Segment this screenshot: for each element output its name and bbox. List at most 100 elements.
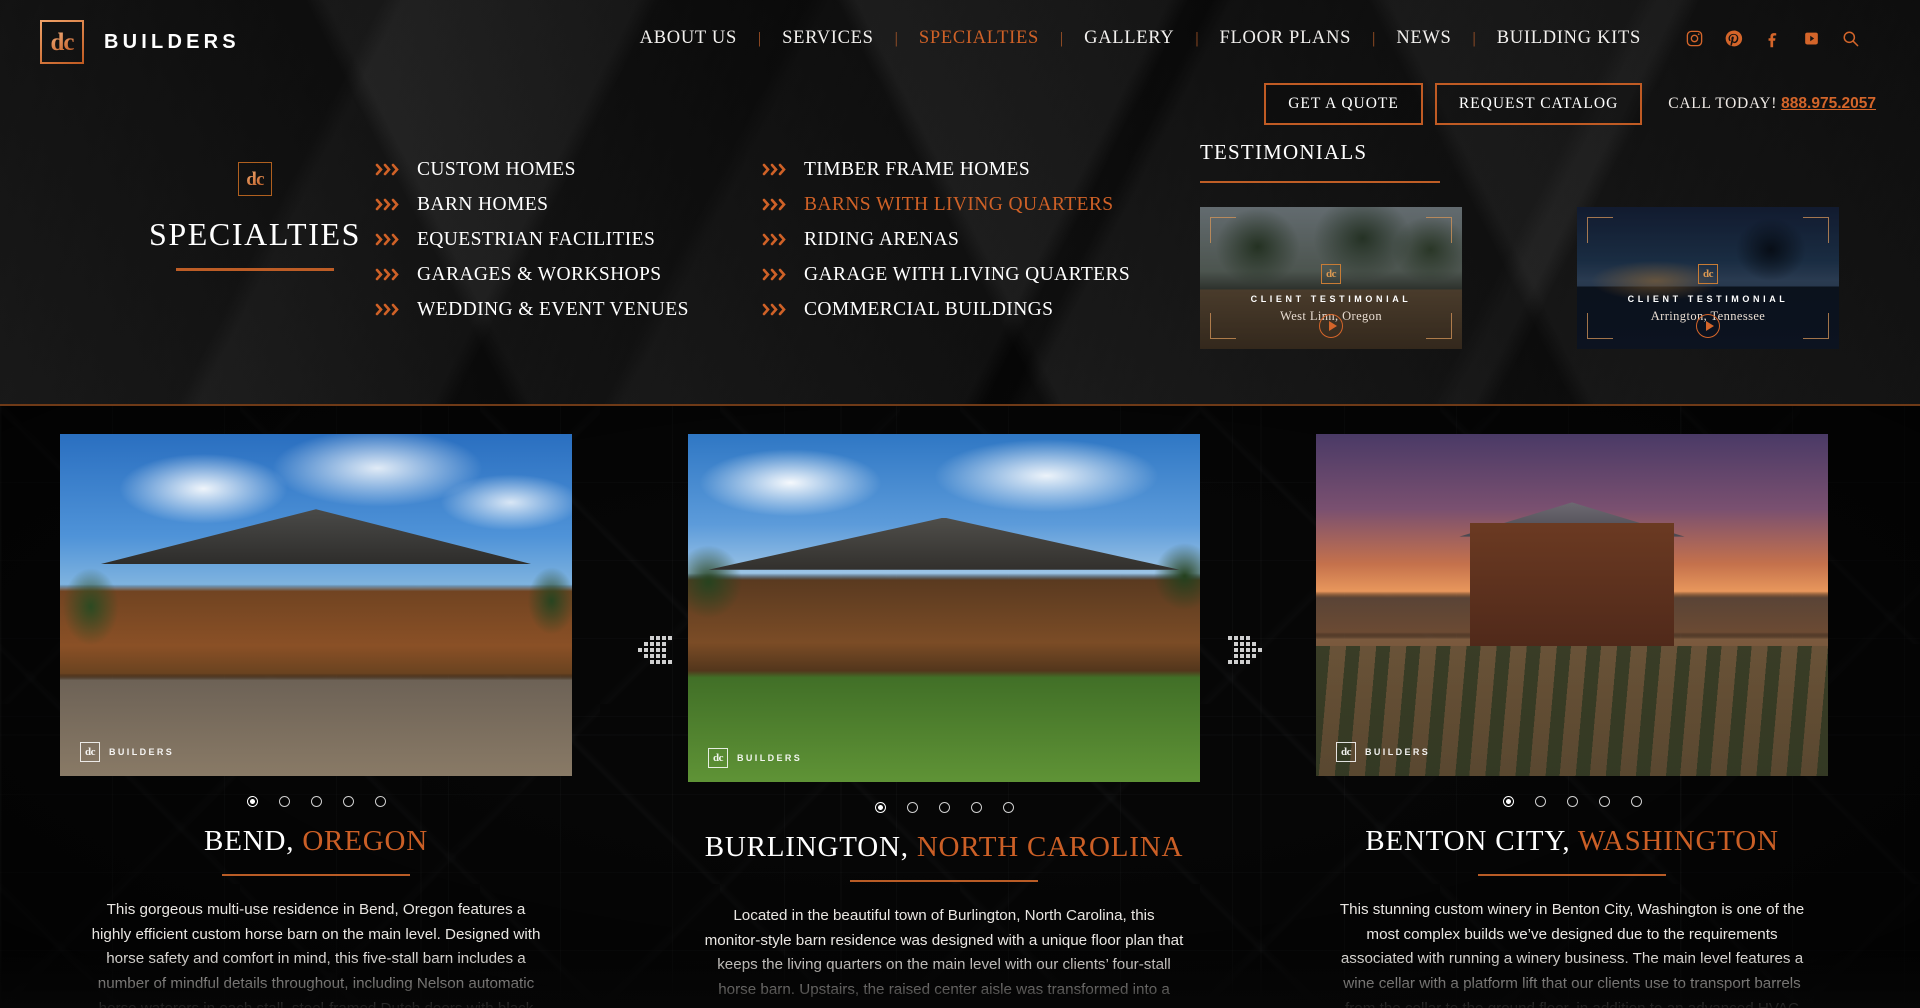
testimonials-heading: TESTIMONIALS — [1200, 140, 1368, 164]
nav-item-about-us[interactable]: ABOUT US — [640, 28, 737, 49]
nav-separator: | — [1472, 29, 1476, 47]
testimonial-card-list: dc CLIENT TESTIMONIAL West Linn, Oregon … — [1200, 207, 1860, 349]
menu-item-barns-with-living-quarters[interactable]: BARNS WITH LIVING QUARTERS — [762, 187, 1130, 222]
facebook-icon[interactable] — [1763, 29, 1782, 48]
menu-item-label: EQUESTRIAN FACILITIES — [417, 228, 656, 250]
specialties-underline — [176, 268, 334, 271]
menu-item-label: WEDDING & EVENT VENUES — [417, 298, 689, 320]
slide-dot-3[interactable] — [1566, 796, 1578, 807]
slide-dot-2[interactable] — [278, 796, 290, 807]
nav-item-gallery[interactable]: GALLERY — [1084, 28, 1174, 49]
logo-wordmark: BUILDERS — [104, 30, 240, 53]
slide-dot-4[interactable] — [342, 796, 354, 807]
chevrons-right-icon — [762, 198, 788, 211]
slide-dot-1[interactable] — [1502, 796, 1514, 807]
project-state: OREGON — [302, 825, 428, 857]
watermark-mark-icon: dc — [1336, 742, 1356, 762]
slide-dot-3[interactable] — [938, 802, 950, 813]
menu-item-label: BARNS WITH LIVING QUARTERS — [804, 193, 1114, 215]
project-card: dc BUILDERS BENTON CITY, WASHINGTON This… — [1316, 434, 1828, 1008]
nav-item-building-kits[interactable]: BUILDING KITS — [1497, 28, 1641, 49]
slide-dots — [1316, 796, 1828, 807]
slide-dot-5[interactable] — [374, 796, 386, 807]
site-logo[interactable]: dc BUILDERS — [40, 20, 240, 64]
play-icon[interactable] — [1319, 314, 1343, 339]
watermark-word: BUILDERS — [1365, 747, 1431, 757]
youtube-icon[interactable] — [1802, 29, 1821, 48]
watermark-mark-text: dc — [1341, 746, 1352, 758]
nav-separator: | — [757, 29, 762, 47]
slide-dot-4[interactable] — [970, 802, 982, 813]
search-icon[interactable] — [1841, 29, 1860, 48]
slide-dot-1[interactable] — [246, 796, 258, 807]
testimonial-card[interactable]: dc CLIENT TESTIMONIAL Arrington, Tenness… — [1577, 207, 1839, 349]
testimonials-underline — [1200, 181, 1440, 183]
nav-item-specialties[interactable]: SPECIALTIES — [919, 28, 1039, 49]
project-state: WASHINGTON — [1577, 825, 1779, 857]
slide-dot-2[interactable] — [1534, 796, 1546, 807]
watermark-mark-icon: dc — [80, 742, 100, 762]
photo-watermark: dc BUILDERS — [1336, 742, 1430, 762]
cta-bar: GET A QUOTE REQUEST CATALOG CALL TODAY! … — [1264, 83, 1876, 125]
project-title-underline — [1478, 874, 1666, 876]
testimonial-caption: CLIENT TESTIMONIAL — [1250, 293, 1412, 304]
slide-dot-5[interactable] — [1630, 796, 1642, 807]
menu-item-custom-homes[interactable]: CUSTOM HOMES — [375, 152, 689, 187]
menu-item-equestrian-facilities[interactable]: EQUESTRIAN FACILITIES — [375, 222, 689, 257]
menu-item-commercial-buildings[interactable]: COMMERCIAL BUILDINGS — [762, 292, 1130, 327]
pinterest-icon[interactable] — [1724, 29, 1743, 48]
carousel-next-arrow-icon[interactable] — [1222, 628, 1266, 672]
testimonial-logo-text: dc — [1703, 267, 1714, 280]
menu-item-label: RIDING ARENAS — [804, 228, 960, 250]
watermark-mark-icon: dc — [708, 748, 728, 768]
testimonial-caption: CLIENT TESTIMONIAL — [1627, 293, 1789, 304]
carousel-prev-arrow-icon[interactable] — [634, 628, 678, 672]
project-title: BEND, OREGON — [60, 825, 572, 858]
menu-item-timber-frame-homes[interactable]: TIMBER FRAME HOMES — [762, 152, 1130, 187]
phone-number-link[interactable]: 888.975.2057 — [1781, 95, 1876, 113]
logo-mark-icon: dc — [40, 20, 84, 64]
project-city: BENTON CITY, — [1365, 825, 1571, 857]
get-a-quote-button[interactable]: GET A QUOTE — [1264, 83, 1423, 125]
slide-dots — [60, 796, 572, 807]
nav-item-services[interactable]: SERVICES — [782, 28, 874, 49]
menu-item-garages-workshops[interactable]: GARAGES & WORKSHOPS — [375, 257, 689, 292]
menu-item-label: BARN HOMES — [417, 193, 549, 215]
project-photo[interactable]: dc BUILDERS — [60, 434, 572, 776]
play-icon[interactable] — [1696, 314, 1720, 339]
menu-item-label: GARAGES & WORKSHOPS — [417, 263, 662, 285]
request-catalog-button[interactable]: REQUEST CATALOG — [1434, 83, 1643, 125]
project-photo-image — [688, 434, 1200, 782]
project-photo[interactable]: dc BUILDERS — [1316, 434, 1828, 776]
nav-item-floor-plans[interactable]: FLOOR PLANS — [1220, 28, 1352, 49]
chevrons-right-icon — [375, 198, 401, 211]
testimonial-card[interactable]: dc CLIENT TESTIMONIAL West Linn, Oregon — [1200, 207, 1462, 349]
watermark-mark-text: dc — [713, 752, 724, 764]
call-today-label: CALL TODAY! — [1668, 95, 1778, 112]
nav-separator: | — [894, 29, 898, 47]
slide-dot-5[interactable] — [1002, 802, 1014, 813]
testimonial-logo-text: dc — [1326, 267, 1337, 280]
menu-item-garage-with-living-quarters[interactable]: GARAGE WITH LIVING QUARTERS — [762, 257, 1130, 292]
slide-dot-2[interactable] — [906, 802, 918, 813]
project-city: BEND, — [204, 825, 295, 857]
social-links — [1685, 29, 1860, 48]
nav-item-news[interactable]: NEWS — [1396, 28, 1451, 49]
menu-item-riding-arenas[interactable]: RIDING ARENAS — [762, 222, 1130, 257]
slide-dot-3[interactable] — [310, 796, 322, 807]
specialties-mega-menu: dc SPECIALTIES CUSTOM HOMES BARN HOMES E… — [0, 140, 1920, 404]
mega-menu-divider — [0, 404, 1920, 406]
slide-dot-1[interactable] — [874, 802, 886, 813]
slide-dots — [688, 802, 1200, 813]
slide-dot-4[interactable] — [1598, 796, 1610, 807]
menu-item-wedding-event-venues[interactable]: WEDDING & EVENT VENUES — [375, 292, 689, 327]
testimonials-panel: TESTIMONIALS dc CLIENT TESTIMONIAL West … — [1200, 140, 1860, 349]
menu-item-barn-homes[interactable]: BARN HOMES — [375, 187, 689, 222]
project-photo[interactable]: dc BUILDERS — [688, 434, 1200, 782]
specialties-column-one: CUSTOM HOMES BARN HOMES EQUESTRIAN FACIL… — [375, 152, 689, 327]
instagram-icon[interactable] — [1685, 29, 1704, 48]
photo-barn — [1469, 522, 1675, 647]
page-root: dc BUILDERS ABOUT US | SERVICES | SPECIA… — [0, 0, 1920, 1008]
specialties-logo-text: dc — [246, 168, 264, 190]
specialties-title: SPECIALTIES — [148, 216, 361, 252]
